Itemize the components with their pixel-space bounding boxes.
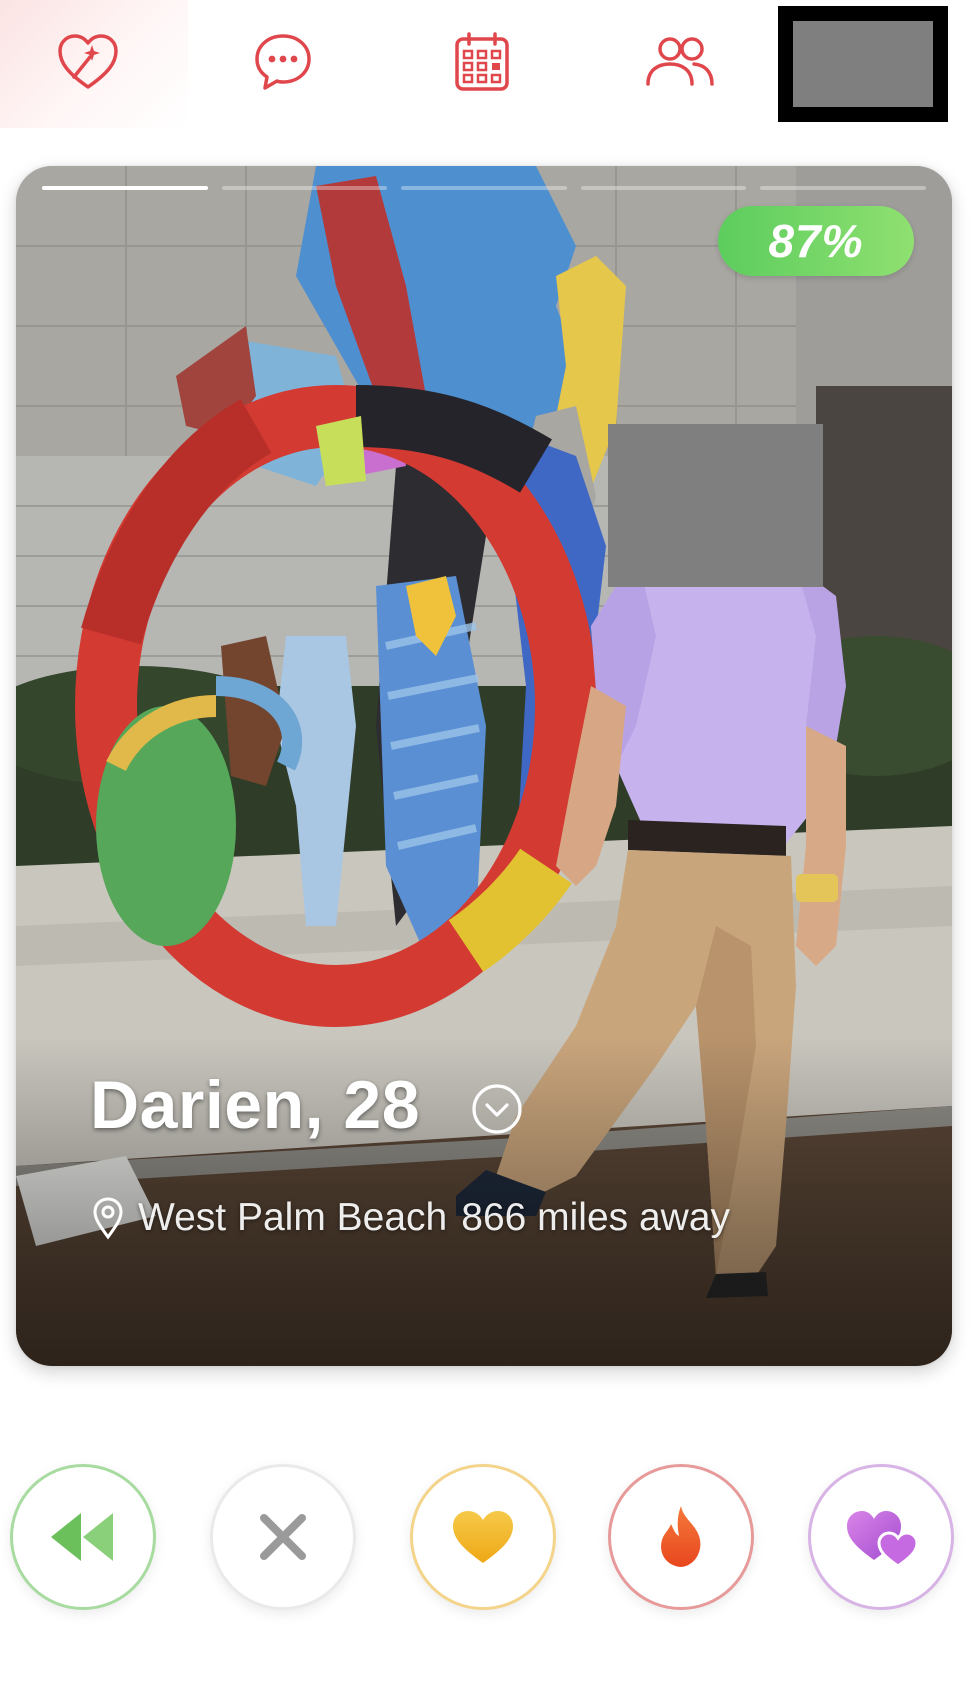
location-pin-icon: [93, 1197, 123, 1240]
location-city: West Palm Beach: [138, 1196, 448, 1239]
nope-button[interactable]: [210, 1464, 356, 1610]
photo-progress-segment: [221, 186, 388, 190]
photo-progress-segment: [580, 186, 747, 190]
location-distance: 866 miles away: [461, 1196, 731, 1239]
flame-icon: [661, 1506, 701, 1567]
people-icon: [646, 37, 714, 86]
face-redaction: [608, 424, 823, 587]
photo-progress-segment: [401, 186, 567, 190]
tab-friends[interactable]: [630, 20, 730, 104]
location-row: West Palm Beach 866 miles away: [92, 1192, 730, 1244]
heart-icon: [453, 1511, 513, 1563]
calendar-icon: [455, 32, 509, 91]
close-icon: [260, 1514, 306, 1560]
rewind-icon: [51, 1513, 113, 1561]
redaction-fill: [793, 21, 933, 107]
heart-wand-icon: [58, 34, 118, 89]
profile-name-age: Darien, 28: [90, 1067, 421, 1143]
photo-progress-indicator: [42, 186, 926, 191]
match-percent-badge: 87%: [718, 206, 914, 276]
boost-button[interactable]: [608, 1464, 754, 1610]
photo-progress-segment: [760, 186, 926, 190]
tab-matchmaker[interactable]: [38, 20, 138, 104]
rewind-button[interactable]: [10, 1464, 156, 1610]
profile-card[interactable]: 87% Darien, 28 West Palm Beach 866 miles…: [16, 166, 952, 1366]
top-navigation: [0, 0, 976, 130]
super-like-button[interactable]: [410, 1464, 556, 1610]
double-heart-icon: [847, 1511, 918, 1568]
chat-bubble-icon: [255, 34, 311, 90]
chevron-down-icon[interactable]: [470, 1082, 524, 1136]
like-button[interactable]: [808, 1464, 954, 1610]
tab-messages[interactable]: [233, 20, 333, 104]
tab-events[interactable]: [432, 20, 532, 104]
photo-progress-segment: [42, 186, 208, 190]
redacted-profile-thumbnail: [778, 6, 948, 122]
